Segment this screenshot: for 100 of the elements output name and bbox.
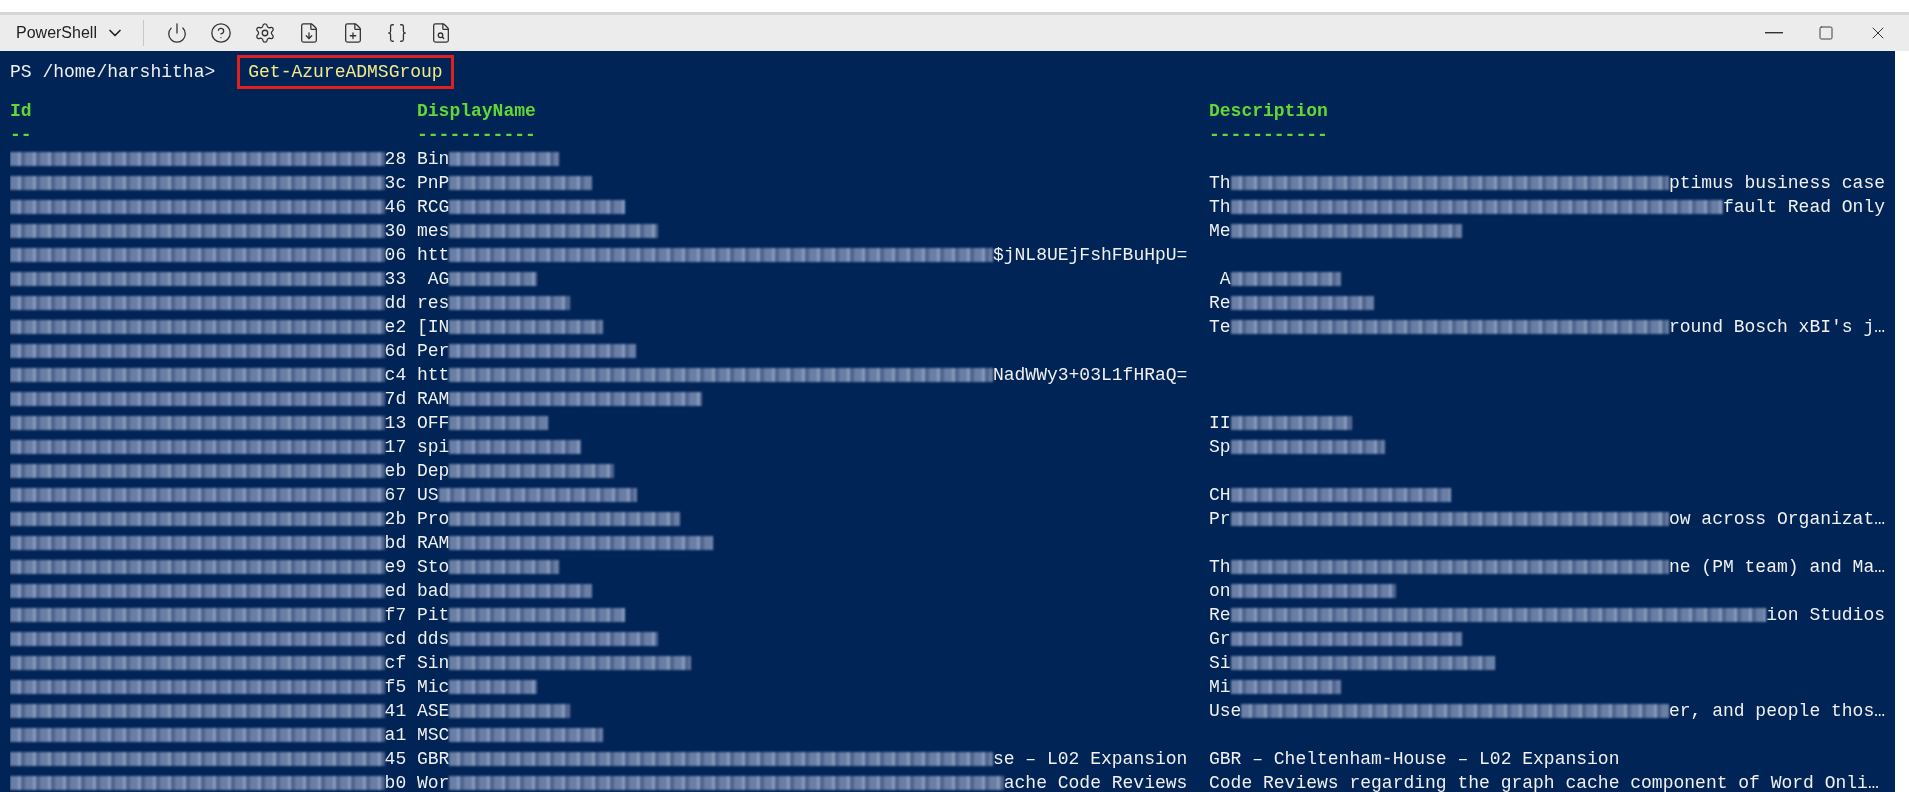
id-cell-text: 17	[384, 436, 407, 459]
description-cell-text: Me	[1209, 220, 1231, 243]
column-header: Id	[10, 100, 32, 123]
description-cell-text: II	[1209, 412, 1231, 435]
description-cell-text: GBR – Cheltenham-House – L02 Expansion	[1209, 748, 1620, 771]
id-cell-text: e9	[384, 556, 407, 579]
id-cell-text: dd	[384, 292, 407, 315]
name-cell-text: spi	[417, 436, 450, 459]
name-cell-text: AG	[426, 268, 450, 291]
settings-icon	[253, 22, 276, 44]
name-cell-text: $jNL8UEjFshFBuHpU=	[992, 244, 1188, 267]
id-cell-text: 7d	[384, 388, 407, 411]
help-icon	[209, 22, 232, 44]
description-cell-text: Re	[1209, 604, 1231, 627]
id-cell-text: 3c	[384, 172, 407, 195]
description-cell-text: Gr	[1209, 628, 1231, 651]
description-cell-text: ow across Organizat…	[1668, 508, 1885, 531]
header-underline: -----------	[417, 124, 536, 147]
name-cell-text: NadWWy3+03L1fHRaQ=	[992, 364, 1188, 387]
name-cell-text: dds	[417, 628, 450, 651]
name-cell-text: mes	[417, 220, 450, 243]
id-cell-text: c4	[384, 364, 407, 387]
id-cell-text: 46	[384, 196, 407, 219]
description-cell-text: ne (PM team) and Ma…	[1668, 556, 1885, 579]
command-text: Get-AzureADMSGroup	[237, 55, 454, 89]
id-cell-text: 2b	[384, 508, 407, 531]
id-cell-text: ed	[384, 580, 407, 603]
id-cell-text: eb	[384, 460, 407, 483]
name-cell-text: Per	[417, 340, 450, 363]
name-cell-text: Pro	[417, 508, 450, 531]
header-underline: -----------	[1209, 124, 1328, 147]
name-cell-text: Sin	[417, 652, 450, 675]
name-cell-text: htt	[417, 364, 450, 387]
id-cell-text: 6d	[384, 340, 407, 363]
description-cell-text: Th	[1209, 556, 1231, 579]
description-cell-text: Sp	[1209, 436, 1231, 459]
description-cell-text: Pr	[1209, 508, 1231, 531]
column-header: DisplayName	[417, 100, 536, 123]
name-cell-text: htt	[417, 244, 450, 267]
header-underline: --	[10, 124, 32, 147]
description-cell-text: ptimus business case	[1668, 172, 1885, 195]
description-cell-text: Te	[1209, 316, 1231, 339]
id-cell-text: 28	[384, 148, 407, 171]
name-cell-text: Wor	[417, 772, 450, 792]
braces-icon	[385, 22, 408, 44]
column-header: Description	[1209, 100, 1328, 123]
description-cell-text: Th	[1209, 172, 1231, 195]
shell-selector[interactable]: PowerShell	[12, 19, 129, 47]
description-cell-text: round Bosch xBI's j…	[1668, 316, 1885, 339]
name-cell-text: Pit	[417, 604, 450, 627]
id-cell-text: b0	[384, 772, 407, 792]
id-cell-text: cf	[384, 652, 407, 675]
description-cell-text: A	[1218, 268, 1231, 291]
name-cell-text: Dep	[417, 460, 450, 483]
name-cell-text: Mic	[417, 676, 450, 699]
id-cell-text: 06	[384, 244, 407, 267]
id-cell-text: a1	[384, 724, 407, 747]
name-cell-text: RAM	[417, 388, 450, 411]
minimize-icon	[1765, 32, 1783, 34]
id-cell-text: bd	[384, 532, 407, 555]
name-cell-text: GBR	[417, 748, 450, 771]
id-cell-text: f7	[384, 604, 407, 627]
power-icon	[165, 22, 188, 44]
name-cell-text: se – L02 Expansion	[992, 748, 1188, 771]
name-cell-text: ASE	[417, 700, 450, 723]
description-cell-text: on	[1209, 580, 1231, 603]
description-cell-text: Use	[1209, 700, 1242, 723]
description-cell-text: Code Reviews regarding the graph cache component of Word Onli…	[1209, 772, 1879, 792]
name-cell-text: Bin	[417, 148, 450, 171]
id-cell-text: 30	[384, 220, 407, 243]
description-cell-text: Mi	[1209, 676, 1231, 699]
name-cell-text: RCG	[417, 196, 450, 219]
prompt-path: PS /home/harshitha>	[10, 61, 216, 84]
name-cell-text: ache Code Reviews	[1003, 772, 1188, 792]
id-cell-text: f5	[384, 676, 407, 699]
description-cell-text: er, and people thos…	[1668, 700, 1885, 723]
description-cell-text: Si	[1209, 652, 1231, 675]
description-cell-text: fault Read Only	[1722, 196, 1885, 219]
name-cell-text: OFF	[417, 412, 450, 435]
scrollbar[interactable]	[1895, 51, 1909, 792]
name-cell-text: bad	[417, 580, 450, 603]
id-cell-text: cd	[384, 628, 407, 651]
name-cell-text: US	[417, 484, 439, 507]
name-cell-text: RAM	[417, 532, 450, 555]
name-cell-text: [IN	[417, 316, 450, 339]
description-cell-text: ion Studios	[1766, 604, 1885, 627]
description-cell-text: CH	[1209, 484, 1231, 507]
id-cell-text: 45	[384, 748, 407, 771]
id-cell-text: 33	[384, 268, 407, 291]
id-cell-text: e2	[384, 316, 407, 339]
id-cell-text: 13	[384, 412, 407, 435]
maximize-icon	[1818, 25, 1834, 41]
name-cell-text: PnP	[417, 172, 450, 195]
name-cell-text: Sto	[417, 556, 450, 579]
name-cell-text: res	[417, 292, 450, 315]
description-cell-text: Th	[1209, 196, 1231, 219]
id-cell-text: 41	[384, 700, 407, 723]
description-cell-text: Re	[1209, 292, 1231, 315]
name-cell-text: MSC	[417, 724, 450, 747]
id-cell-text: 67	[384, 484, 407, 507]
